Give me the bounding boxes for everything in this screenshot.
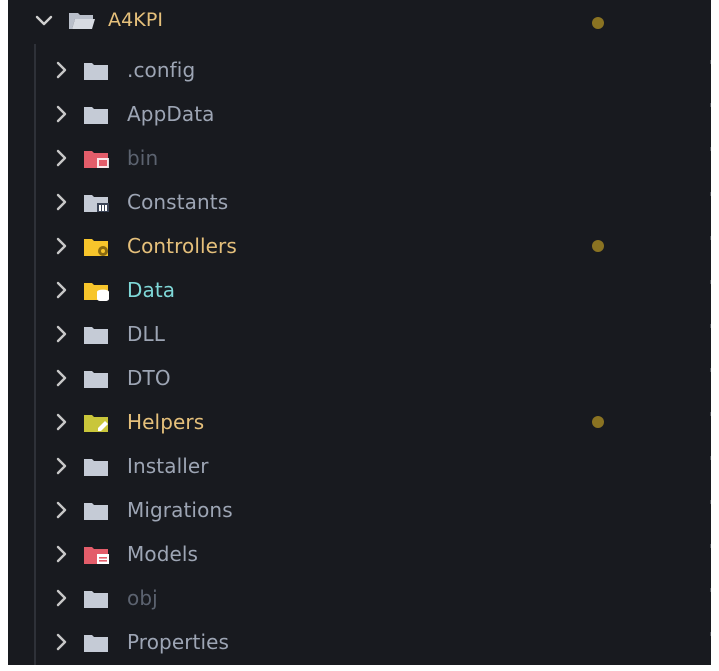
chevron-down-icon[interactable] (35, 14, 53, 28)
chevron-right-icon[interactable] (54, 105, 68, 123)
folder-icon (84, 635, 108, 652)
tree-item-label: Constants (127, 190, 229, 214)
scroll-edge-mark (710, 456, 711, 460)
modified-dot-icon (592, 17, 604, 29)
chevron-right-icon[interactable] (54, 237, 68, 255)
modified-dot-icon (592, 416, 604, 428)
bin-folder-icon (84, 151, 109, 168)
tree-item-installer[interactable]: Installer (8, 444, 711, 488)
chevron-right-icon[interactable] (54, 589, 68, 607)
tree-item-dll[interactable]: DLL (8, 312, 711, 356)
tree-item-label: Helpers (127, 410, 205, 434)
data-folder-icon (84, 283, 109, 301)
tree-item-obj[interactable]: obj (8, 576, 711, 620)
tree-root-a4kpi[interactable]: A4KPI (8, 0, 711, 44)
tree-item-label: Migrations (127, 498, 233, 522)
chevron-right-icon[interactable] (54, 325, 68, 343)
folder-icon (84, 327, 108, 344)
tree-item-dto[interactable]: DTO (8, 356, 711, 400)
scroll-edge-mark (710, 412, 711, 416)
tree-item-migrations[interactable]: Migrations (8, 488, 711, 532)
scroll-edge-mark (710, 588, 711, 592)
folder-icon (84, 63, 108, 80)
scroll-edge-mark (710, 544, 711, 548)
models-folder-icon (84, 547, 109, 564)
tree-item-label: Models (127, 542, 199, 566)
chevron-right-icon[interactable] (54, 633, 68, 651)
chevron-right-icon[interactable] (54, 413, 68, 431)
tree-item-label: obj (127, 586, 158, 610)
tree-item-bin[interactable]: bin (8, 136, 711, 180)
scroll-edge-mark (710, 192, 711, 196)
chevron-right-icon[interactable] (54, 193, 68, 211)
scroll-edge-mark (710, 280, 711, 284)
chevron-right-icon[interactable] (54, 369, 68, 387)
tree-item-label: AppData (127, 102, 215, 126)
explorer-tree: A4KPI .config AppData bin Constants Controll… (8, 0, 711, 665)
chevron-right-icon[interactable] (54, 61, 68, 79)
scroll-edge-mark (710, 60, 711, 64)
chevron-right-icon[interactable] (54, 457, 68, 475)
chevron-right-icon[interactable] (54, 149, 68, 167)
tree-item-models[interactable]: Models (8, 532, 711, 576)
tree-item-label: DTO (127, 366, 171, 390)
folder-open-icon (69, 13, 95, 29)
scroll-edge-mark (710, 236, 711, 240)
scroll-edge-mark (710, 103, 711, 107)
controllers-folder-icon (84, 239, 108, 256)
tree-item-label: DLL (127, 322, 165, 346)
tree-item-label: Controllers (127, 234, 237, 258)
tree-item-constants[interactable]: Constants (8, 180, 711, 224)
root-folder-label: A4KPI (108, 9, 164, 31)
tree-item-config[interactable]: .config (8, 48, 711, 92)
helpers-folder-icon (84, 415, 108, 432)
tree-item-label: bin (127, 146, 159, 170)
scroll-edge-mark (710, 368, 711, 372)
scroll-edge-mark (710, 632, 711, 636)
folder-icon (84, 107, 108, 124)
constants-folder-icon (84, 195, 109, 212)
tree-item-label: Installer (127, 454, 209, 478)
tree-item-helpers[interactable]: Helpers (8, 400, 711, 444)
scroll-edge-mark (710, 500, 711, 504)
chevron-right-icon[interactable] (54, 281, 68, 299)
tree-item-label: Data (127, 278, 176, 302)
folder-icon (84, 459, 108, 476)
scroll-edge-mark (710, 324, 711, 328)
tree-item-label: Properties (127, 630, 230, 654)
folder-icon (84, 591, 108, 608)
tree-item-controllers[interactable]: Controllers (8, 224, 711, 268)
chevron-right-icon[interactable] (54, 545, 68, 563)
modified-dot-icon (592, 240, 604, 252)
folder-icon (84, 503, 108, 520)
chevron-right-icon[interactable] (54, 501, 68, 519)
tree-item-label: .config (127, 58, 196, 82)
scroll-edge-mark (710, 147, 711, 151)
tree-item-properties[interactable]: Properties (8, 620, 711, 664)
tree-item-data[interactable]: Data (8, 268, 711, 312)
folder-icon (84, 371, 108, 388)
tree-item-appdata[interactable]: AppData (8, 92, 711, 136)
